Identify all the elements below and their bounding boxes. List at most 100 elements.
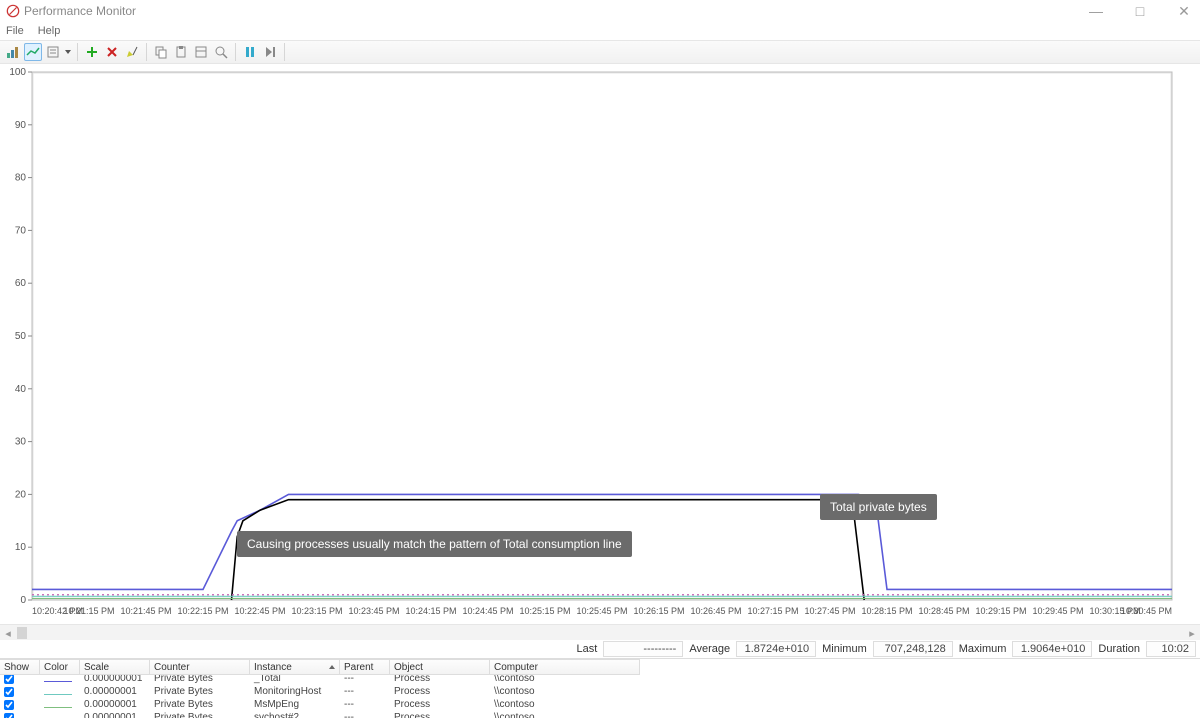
show-checkbox[interactable] xyxy=(4,713,14,718)
chart-area[interactable]: 010203040506070809010010:20:42 PM10:21:1… xyxy=(0,64,1200,624)
scroll-left-icon[interactable]: ◂ xyxy=(0,625,16,641)
show-checkbox[interactable] xyxy=(4,674,14,684)
cell-counter: Private Bytes xyxy=(150,699,250,710)
cell-parent: --- xyxy=(340,712,390,718)
table-row[interactable]: 0.00000001Private BytesMonitoringHost---… xyxy=(0,685,1200,698)
menu-file[interactable]: File xyxy=(6,25,24,37)
svg-text:10:23:45 PM: 10:23:45 PM xyxy=(348,606,399,616)
svg-text:10:29:45 PM: 10:29:45 PM xyxy=(1032,606,1083,616)
scroll-right-icon[interactable]: ▸ xyxy=(1184,625,1200,641)
svg-text:10:26:15 PM: 10:26:15 PM xyxy=(633,606,684,616)
chart-hscrollbar[interactable]: ◂ ▸ xyxy=(0,624,1200,640)
stat-max-value: 1.9064e+010 xyxy=(1012,641,1092,657)
svg-text:80: 80 xyxy=(15,173,27,184)
close-button[interactable]: ✕ xyxy=(1174,3,1194,20)
svg-text:90: 90 xyxy=(15,120,27,131)
svg-text:0: 0 xyxy=(20,595,26,606)
col-scale[interactable]: Scale xyxy=(80,659,150,675)
stat-min-value: 707,248,128 xyxy=(873,641,953,657)
table-row[interactable]: 0.00000001Private Bytessvchost#2---Proce… xyxy=(0,711,1200,718)
svg-text:10:23:15 PM: 10:23:15 PM xyxy=(291,606,342,616)
svg-text:50: 50 xyxy=(15,331,27,342)
stat-min-label: Minimum xyxy=(822,643,867,655)
svg-text:10: 10 xyxy=(15,542,27,553)
cell-object: Process xyxy=(390,686,490,697)
add-counter-button[interactable] xyxy=(83,43,101,61)
cell-computer: \\contoso xyxy=(490,686,640,697)
show-checkbox[interactable] xyxy=(4,700,14,710)
color-swatch xyxy=(44,694,72,695)
table-row[interactable]: 0.00000001Private BytesMsMpEng---Process… xyxy=(0,698,1200,711)
svg-text:60: 60 xyxy=(15,278,27,289)
svg-text:10:25:15 PM: 10:25:15 PM xyxy=(519,606,570,616)
svg-text:10:21:45 PM: 10:21:45 PM xyxy=(120,606,171,616)
copy-button[interactable] xyxy=(152,43,170,61)
svg-text:10:22:15 PM: 10:22:15 PM xyxy=(177,606,228,616)
svg-text:100: 100 xyxy=(9,67,26,78)
update-button[interactable] xyxy=(261,43,279,61)
col-computer[interactable]: Computer xyxy=(490,659,640,675)
svg-text:10:29:15 PM: 10:29:15 PM xyxy=(975,606,1026,616)
view-dropdown[interactable] xyxy=(64,50,72,54)
col-parent[interactable]: Parent xyxy=(340,659,390,675)
svg-text:10:26:45 PM: 10:26:45 PM xyxy=(690,606,741,616)
svg-text:20: 20 xyxy=(15,489,27,500)
view-chart-button[interactable] xyxy=(24,43,42,61)
freeze-button[interactable] xyxy=(241,43,259,61)
stat-avg-label: Average xyxy=(689,643,730,655)
svg-text:70: 70 xyxy=(15,225,27,236)
col-color[interactable]: Color xyxy=(40,659,80,675)
view-counter-button[interactable] xyxy=(4,43,22,61)
cell-scale: 0.00000001 xyxy=(80,699,150,710)
tooltip-causing: Causing processes usually match the patt… xyxy=(237,531,632,557)
stat-last-label: Last xyxy=(577,643,598,655)
cell-scale: 0.00000001 xyxy=(80,712,150,718)
svg-text:10:24:15 PM: 10:24:15 PM xyxy=(405,606,456,616)
cell-computer: \\contoso xyxy=(490,712,640,718)
properties-button[interactable] xyxy=(192,43,210,61)
cell-object: Process xyxy=(390,699,490,710)
delete-counter-button[interactable] xyxy=(103,43,121,61)
cell-counter: Private Bytes xyxy=(150,712,250,718)
maximize-button[interactable]: □ xyxy=(1130,3,1150,20)
color-swatch xyxy=(44,681,72,682)
menu-bar: File Help xyxy=(0,22,1200,40)
stat-max-label: Maximum xyxy=(959,643,1007,655)
tooltip-total-bytes: Total private bytes xyxy=(820,494,937,520)
highlight-button[interactable] xyxy=(123,43,141,61)
color-swatch xyxy=(44,707,72,708)
zoom-button[interactable] xyxy=(212,43,230,61)
stat-duration-value: 10:02 xyxy=(1146,641,1196,657)
svg-text:10:28:45 PM: 10:28:45 PM xyxy=(918,606,969,616)
col-object[interactable]: Object xyxy=(390,659,490,675)
cell-instance: MsMpEng xyxy=(250,699,340,710)
col-show[interactable]: Show xyxy=(0,659,40,675)
cell-parent: --- xyxy=(340,699,390,710)
window-title: Performance Monitor xyxy=(24,4,136,18)
stat-duration-label: Duration xyxy=(1098,643,1140,655)
show-checkbox[interactable] xyxy=(4,687,14,697)
stats-bar: Last --------- Average 1.8724e+010 Minim… xyxy=(0,640,1200,658)
svg-text:10:27:45 PM: 10:27:45 PM xyxy=(804,606,855,616)
menu-help[interactable]: Help xyxy=(38,25,61,37)
svg-text:40: 40 xyxy=(15,384,27,395)
svg-text:10:27:15 PM: 10:27:15 PM xyxy=(747,606,798,616)
table-header-row: Show Color Scale Counter Instance Parent… xyxy=(0,659,1200,672)
paste-button[interactable] xyxy=(172,43,190,61)
cell-computer: \\contoso xyxy=(490,699,640,710)
svg-text:10:22:45 PM: 10:22:45 PM xyxy=(234,606,285,616)
col-instance[interactable]: Instance xyxy=(250,659,340,675)
cell-parent: --- xyxy=(340,686,390,697)
svg-text:10:28:15 PM: 10:28:15 PM xyxy=(861,606,912,616)
cell-instance: svchost#2 xyxy=(250,712,340,718)
minimize-button[interactable]: — xyxy=(1086,3,1106,20)
svg-text:30: 30 xyxy=(15,437,27,448)
scroll-thumb[interactable] xyxy=(17,627,27,639)
svg-text:10:21:15 PM: 10:21:15 PM xyxy=(63,606,114,616)
col-counter[interactable]: Counter xyxy=(150,659,250,675)
stat-last-value: --------- xyxy=(603,641,683,657)
svg-text:10:24:45 PM: 10:24:45 PM xyxy=(462,606,513,616)
view-report-button[interactable] xyxy=(44,43,62,61)
cell-instance: MonitoringHost xyxy=(250,686,340,697)
svg-text:10:25:45 PM: 10:25:45 PM xyxy=(576,606,627,616)
